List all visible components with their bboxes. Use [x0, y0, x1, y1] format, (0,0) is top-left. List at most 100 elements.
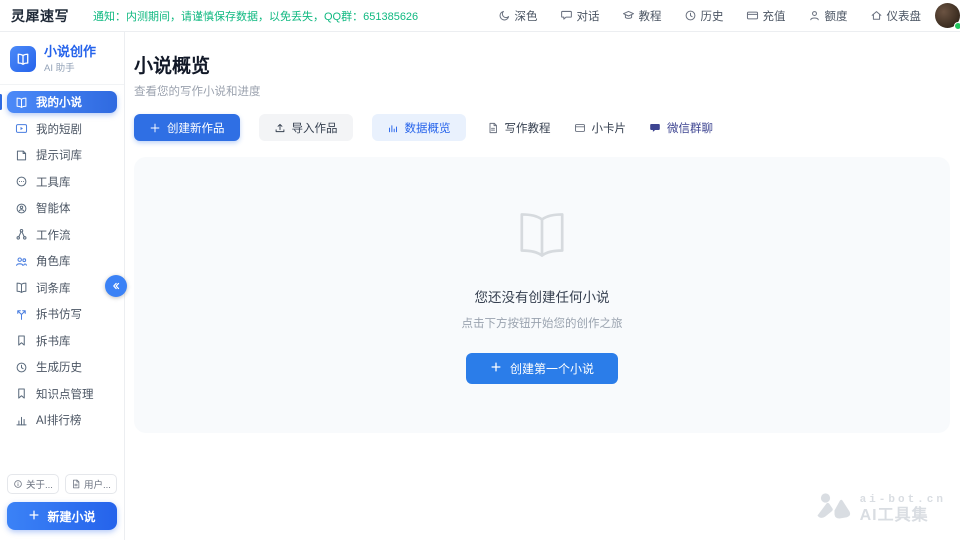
- card-icon: [746, 9, 759, 22]
- clock-icon: [684, 9, 697, 22]
- topnav-item-recharge[interactable]: 充值: [746, 8, 786, 24]
- sidebar-item-label: 知识点管理: [36, 386, 94, 402]
- data-overview-label: 数据概览: [405, 120, 451, 136]
- sidebar-footer: 关于... 用户... 新建小说: [0, 466, 124, 540]
- split-icon: [15, 308, 28, 321]
- app-logo: 灵犀速写: [11, 6, 69, 26]
- topnav-label-quota: 额度: [825, 8, 848, 24]
- main-content: 小说概览 查看您的写作小说和进度 创建新作品 导入作品 数据概览 写作教程 小卡片 微信群…: [125, 32, 960, 540]
- moon-icon: [498, 9, 511, 22]
- topnav-item-dialogue[interactable]: 对话: [560, 8, 600, 24]
- data-overview-button[interactable]: 数据概览: [372, 114, 466, 141]
- ranking-icon: [15, 414, 28, 427]
- sidebar-item-label: 拆书库: [36, 333, 71, 349]
- import-work-button[interactable]: 导入作品: [259, 114, 353, 141]
- sidebar-app-title: 小说创作: [44, 44, 96, 60]
- notice-text: 通知：内测期间，请谨慎保存数据，以免丢失，QQ群：651385626: [93, 8, 418, 24]
- sidebar-item-knowledge-management[interactable]: 知识点管理: [7, 383, 117, 405]
- topnav: 深色 对话 教程 历史 充值 额度 仪表盘: [498, 8, 922, 24]
- page-title: 小说概览: [134, 51, 950, 78]
- user-agreement-label: 用户...: [84, 477, 111, 491]
- clock-icon: [15, 361, 28, 374]
- workflow-icon: [15, 228, 28, 241]
- new-novel-button[interactable]: 新建小说: [7, 502, 117, 530]
- sidebar-item-character-library[interactable]: 角色库: [7, 250, 117, 272]
- small-card-button[interactable]: 小卡片: [572, 114, 629, 141]
- sidebar-item-prompt-library[interactable]: 提示词库: [7, 144, 117, 166]
- info-icon: [13, 479, 23, 489]
- chat-filled-icon: [649, 122, 661, 134]
- create-new-work-label: 创建新作品: [167, 120, 225, 136]
- sidebar-item-label: 工作流: [36, 227, 71, 243]
- sidebar-item-tool-library[interactable]: 工具库: [7, 171, 117, 193]
- create-first-novel-button[interactable]: 创建第一个小说: [466, 353, 618, 384]
- book-open-icon: [16, 52, 30, 66]
- sidebar-item-label: 智能体: [36, 200, 71, 216]
- sidebar-item-ai-ranking[interactable]: AI排行榜: [7, 409, 117, 431]
- topnav-item-quota[interactable]: 额度: [808, 8, 848, 24]
- topnav-label-dialogue: 对话: [577, 8, 600, 24]
- sidebar-item-entry-library[interactable]: 词条库: [7, 277, 117, 299]
- bar-chart-icon: [387, 122, 399, 134]
- topnav-label-dark-mode: 深色: [515, 8, 538, 24]
- doc-icon: [487, 122, 499, 134]
- cap-icon: [622, 9, 635, 22]
- writing-tutorial-button[interactable]: 写作教程: [485, 114, 553, 141]
- new-novel-label: 新建小说: [47, 508, 95, 525]
- topnav-item-tutorial[interactable]: 教程: [622, 8, 662, 24]
- online-status-dot: [954, 22, 960, 30]
- sidebar-footer-buttons: 关于... 用户...: [7, 474, 117, 494]
- novel-app-icon: [10, 46, 36, 72]
- sidebar-item-my-novels[interactable]: 我的小说: [7, 91, 117, 113]
- sidebar-items: 我的小说我的短剧提示词库工具库智能体工作流角色库词条库拆书仿写拆书库生成历史知识…: [0, 91, 124, 466]
- topnav-label-recharge: 充值: [763, 8, 786, 24]
- import-work-label: 导入作品: [292, 120, 338, 136]
- video-icon: [15, 122, 28, 135]
- sidebar-item-workflow[interactable]: 工作流: [7, 224, 117, 246]
- watermark-name: AI工具集: [860, 507, 946, 525]
- sidebar-item-agents[interactable]: 智能体: [7, 197, 117, 219]
- wechat-group-label: 微信群聊: [667, 120, 713, 136]
- topnav-label-tutorial: 教程: [639, 8, 662, 24]
- sidebar-app-subtitle: AI 助手: [44, 60, 96, 74]
- ai-bot-logo-icon: [816, 492, 852, 527]
- sidebar-item-label: 提示词库: [36, 147, 82, 163]
- empty-state-subtitle: 点击下方按钮开始您的创作之旅: [462, 315, 623, 331]
- chat-icon: [560, 9, 573, 22]
- sidebar-collapse-button[interactable]: [105, 275, 127, 297]
- sidebar-item-book-library[interactable]: 拆书库: [7, 330, 117, 352]
- topnav-item-dark-mode[interactable]: 深色: [498, 8, 538, 24]
- card-mini-icon: [574, 122, 586, 134]
- watermark: ai-bot.cn AI工具集: [816, 492, 946, 527]
- sidebar-item-my-short-dramas[interactable]: 我的短剧: [7, 118, 117, 140]
- note-icon: [15, 149, 28, 162]
- users-icon: [15, 255, 28, 268]
- topnav-item-dashboard[interactable]: 仪表盘: [870, 8, 922, 24]
- user-avatar[interactable]: [935, 3, 960, 28]
- wechat-group-button[interactable]: 微信群聊: [647, 114, 715, 141]
- user-agreement-button[interactable]: 用户...: [65, 474, 117, 494]
- sidebar-item-label: 工具库: [36, 174, 71, 190]
- sidebar-header: 小说创作 AI 助手: [0, 32, 124, 84]
- sidebar-item-generation-history[interactable]: 生成历史: [7, 356, 117, 378]
- create-new-work-button[interactable]: 创建新作品: [134, 114, 240, 141]
- plus-icon: [28, 509, 40, 521]
- about-button[interactable]: 关于...: [7, 474, 59, 494]
- page-subtitle: 查看您的写作小说和进度: [134, 83, 950, 99]
- small-card-label: 小卡片: [592, 120, 627, 136]
- chevrons-left-icon: [110, 280, 122, 292]
- user-icon: [808, 9, 821, 22]
- topnav-item-history[interactable]: 历史: [684, 8, 724, 24]
- import-icon: [274, 122, 286, 134]
- sidebar-item-label: 我的短剧: [36, 121, 82, 137]
- empty-state-title: 您还没有创建任何小说: [475, 286, 610, 306]
- writing-tutorial-label: 写作教程: [505, 120, 551, 136]
- topbar: 灵犀速写 通知：内测期间，请谨慎保存数据，以免丢失，QQ群：651385626 …: [0, 0, 960, 32]
- bookmark-icon: [15, 387, 28, 400]
- empty-state-card: 您还没有创建任何小说 点击下方按钮开始您的创作之旅 创建第一个小说: [134, 157, 950, 433]
- sidebar-item-label: 我的小说: [36, 94, 82, 110]
- sidebar-item-label: AI排行榜: [36, 412, 81, 428]
- book-open-icon: [15, 281, 28, 294]
- sidebar-item-book-analysis[interactable]: 拆书仿写: [7, 303, 117, 325]
- agent-icon: [15, 202, 28, 215]
